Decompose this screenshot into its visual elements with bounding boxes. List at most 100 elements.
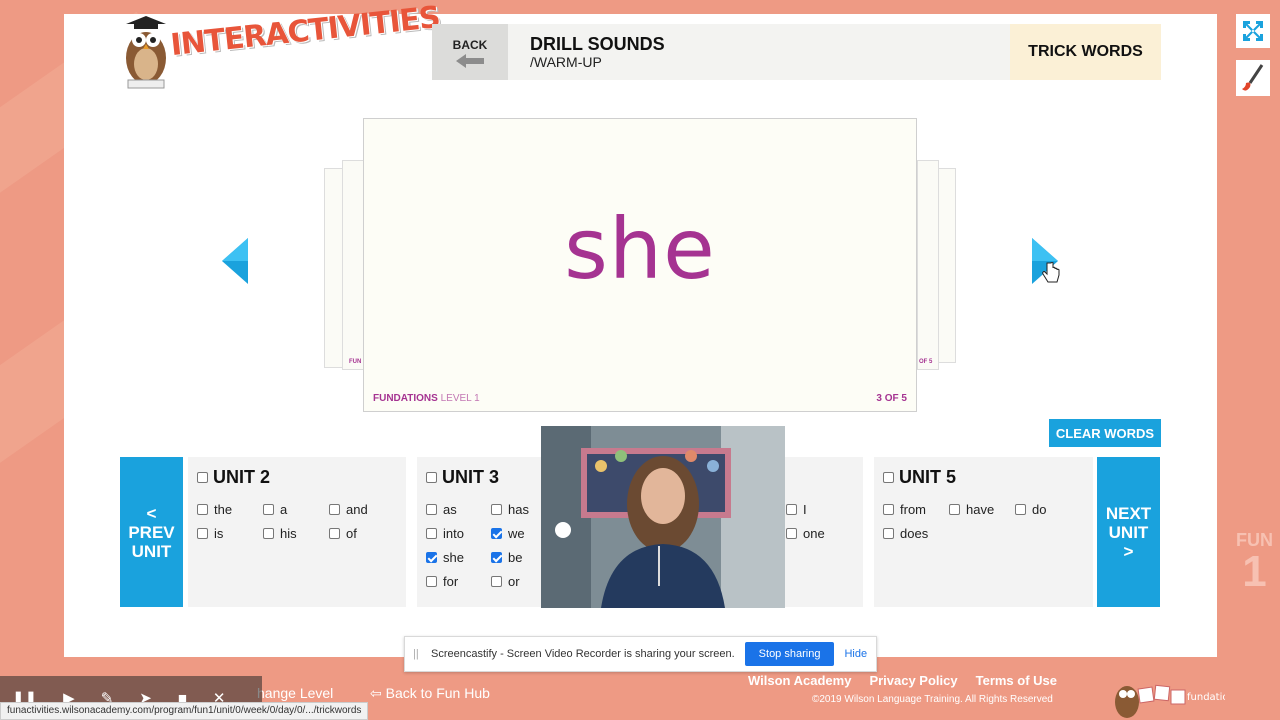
ghost-card-label: OF 5 [919, 359, 933, 365]
word-checkbox[interactable] [263, 528, 274, 539]
previous-card-button[interactable] [222, 238, 248, 289]
next-unit-button[interactable]: NEXT UNIT > [1097, 457, 1160, 607]
word-option[interactable]: from [883, 502, 926, 517]
word-label: the [214, 502, 233, 517]
fundations-wordmark: fundations [1187, 692, 1225, 703]
ghost-card: OF 5 [917, 160, 939, 370]
word-checkbox[interactable] [426, 528, 437, 539]
word-option[interactable]: have [949, 502, 994, 517]
word-option[interactable]: or [491, 574, 520, 589]
word-option[interactable]: do [1015, 502, 1046, 517]
word-checkbox[interactable] [263, 504, 274, 515]
page-subtitle: /WARM-UP [530, 54, 602, 70]
word-option[interactable]: does [883, 526, 928, 541]
word-checkbox[interactable] [491, 528, 502, 539]
word-checkbox[interactable] [491, 576, 502, 587]
word-option[interactable]: we [491, 526, 525, 541]
word-label: she [443, 550, 464, 565]
word-label: have [966, 502, 995, 517]
hand-cursor-icon [1042, 261, 1060, 289]
card-brand-name: FUNDATIONS [373, 393, 438, 404]
copyright: ©2019 Wilson Language Training. All Righ… [812, 694, 1053, 705]
unit-title: UNIT 2 [213, 467, 271, 487]
clear-words-button[interactable]: CLEAR WORDS [1049, 419, 1161, 447]
word-label: for [443, 574, 459, 589]
word-checkbox[interactable] [197, 504, 208, 515]
word-option[interactable]: for [426, 574, 458, 589]
privacy-policy-link[interactable]: Privacy Policy [869, 673, 957, 688]
word-checkbox[interactable] [786, 504, 797, 515]
word-option[interactable]: one [786, 526, 825, 541]
word-option[interactable]: I [786, 502, 807, 517]
word-option[interactable]: and [329, 502, 368, 517]
word-option[interactable]: be [491, 550, 522, 565]
change-level-link[interactable]: hange Level [257, 685, 333, 701]
hide-button[interactable]: Hide [844, 648, 867, 660]
word-option[interactable]: the [197, 502, 232, 517]
word-checkbox[interactable] [197, 528, 208, 539]
back-button[interactable]: BACK [432, 24, 508, 80]
word-checkbox[interactable] [786, 528, 797, 539]
card-level: LEVEL 1 [440, 393, 480, 404]
terms-of-use-link[interactable]: Terms of Use [976, 673, 1057, 688]
word-option[interactable]: she [426, 550, 464, 565]
word-option[interactable]: into [426, 526, 464, 541]
word-checkbox[interactable] [329, 504, 340, 515]
word-label: be [508, 550, 523, 565]
ghost-card: FUN [342, 160, 364, 370]
unit-header[interactable]: UNIT 2 [197, 467, 270, 488]
drag-handle-icon[interactable]: || [413, 648, 423, 660]
word-label: and [346, 502, 368, 517]
webcam-overlay[interactable] [541, 426, 785, 608]
footer-links: Wilson Academy Privacy Policy Terms of U… [748, 673, 1057, 688]
next-unit-label: NEXT [1105, 503, 1152, 523]
word-checkbox[interactable] [491, 552, 502, 563]
word-checkbox[interactable] [883, 528, 894, 539]
word-option[interactable]: a [263, 502, 287, 517]
word-label: a [280, 502, 288, 517]
word-label: his [280, 526, 297, 541]
fun1-watermark: FUN 1 [1236, 530, 1273, 594]
word-checkbox[interactable] [491, 504, 502, 515]
prev-unit-button[interactable]: < PREV UNIT [120, 457, 183, 607]
unit-checkbox[interactable] [197, 472, 208, 483]
unit-panel: UNIT 2 the a and is his of [188, 457, 406, 607]
word-option[interactable]: his [263, 526, 297, 541]
fun-hub-label: Back to Fun Hub [385, 685, 490, 701]
word-option[interactable]: has [491, 502, 529, 517]
owl-mascot-icon [126, 16, 166, 89]
screen-share-notification: || Screencastify - Screen Video Recorder… [404, 636, 877, 672]
word-option[interactable]: of [329, 526, 357, 541]
fun1-number: 1 [1242, 547, 1267, 596]
word-checkbox[interactable] [883, 504, 894, 515]
unit-checkbox[interactable] [883, 472, 894, 483]
flashcard[interactable]: she FUNDATIONS LEVEL 1 3 OF 5 [363, 118, 917, 412]
draw-tool-button[interactable] [1236, 60, 1270, 96]
word-label: one [803, 526, 825, 541]
word-option[interactable]: is [197, 526, 223, 541]
word-checkbox[interactable] [426, 504, 437, 515]
word-label: as [443, 502, 457, 517]
word-checkbox[interactable] [426, 576, 437, 587]
stop-sharing-button[interactable]: Stop sharing [744, 642, 835, 666]
word-checkbox[interactable] [1015, 504, 1026, 515]
prev-unit-label: < [146, 503, 157, 523]
back-label: BACK [452, 38, 488, 52]
tab-trick-words[interactable]: TRICK WORDS [1010, 24, 1161, 80]
word-label: has [508, 502, 529, 517]
fundations-logo: fundations [1105, 664, 1240, 720]
unit-header[interactable]: UNIT 5 [883, 467, 956, 488]
card-position: 3 OF 5 [876, 393, 907, 404]
unit-header[interactable]: UNIT 3 [426, 467, 499, 488]
word-checkbox[interactable] [329, 528, 340, 539]
back-to-fun-hub-link[interactable]: ⇦ Back to Fun Hub [370, 685, 490, 702]
word-checkbox[interactable] [949, 504, 960, 515]
expand-icon [1243, 21, 1263, 41]
status-url: funactivities.wilsonacademy.com/program/… [0, 702, 369, 720]
word-checkbox[interactable] [426, 552, 437, 563]
word-option[interactable]: as [426, 502, 457, 517]
fullscreen-button[interactable] [1236, 14, 1270, 48]
prev-unit-label: PREV [128, 522, 175, 542]
wilson-academy-link[interactable]: Wilson Academy [748, 673, 851, 688]
unit-checkbox[interactable] [426, 472, 437, 483]
